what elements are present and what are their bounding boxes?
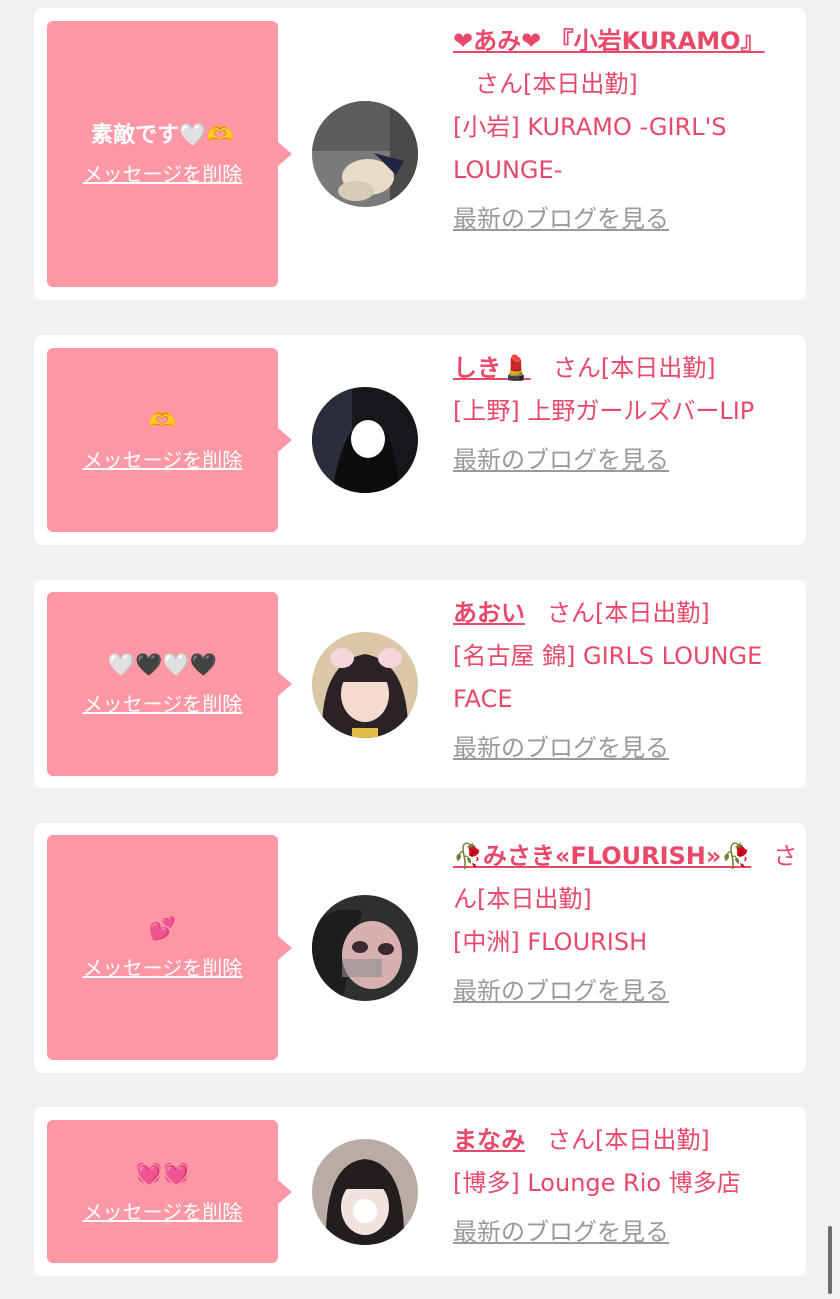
delete-message-link[interactable]: メッセージを削除 [83, 1199, 243, 1225]
attendance-status: [本日出勤] [595, 1126, 710, 1154]
cast-info: しき💄 さん[本日出勤] [上野] 上野ガールズバーLIP 最新のブログを見る [453, 347, 798, 482]
message-bubble: 💓💓 メッセージを削除 [47, 1120, 292, 1263]
message-card: 🫶 メッセージを削除 しき💄 さん[本日出勤] [上野] 上野ガールズバーLIP … [34, 335, 806, 545]
cast-name-link[interactable]: しき💄 [453, 354, 531, 382]
avatar[interactable] [312, 1139, 418, 1245]
message-bubble: 🤍🖤🤍🖤 メッセージを削除 [47, 592, 292, 776]
message-card: 💕 メッセージを削除 🥀みさき«FLOURISH»🥀 さん[本日出勤] [中洲] … [34, 823, 806, 1073]
cast-info: まなみ さん[本日出勤] [博多] Lounge Rio 博多店 最新のブログを見… [453, 1119, 798, 1254]
cast-info: ❤あみ❤ 『小岩KURAMO』さん[本日出勤] [小岩] KURAMO -GIR… [453, 20, 798, 241]
latest-blog-link[interactable]: 最新のブログを見る [453, 727, 669, 770]
delete-message-link[interactable]: メッセージを削除 [83, 955, 243, 981]
message-text: 素敵です🤍🫶 [91, 123, 234, 148]
cast-name-link[interactable]: あおい [453, 599, 525, 627]
message-text: 🫶 [148, 409, 177, 434]
attendance-status: [本日出勤] [600, 354, 716, 382]
cast-name-link[interactable]: まなみ [453, 1126, 525, 1154]
latest-blog-link[interactable]: 最新のブログを見る [453, 970, 669, 1013]
delete-message-link[interactable]: メッセージを削除 [83, 447, 243, 473]
san-suffix: さん [475, 70, 523, 98]
latest-blog-link[interactable]: 最新のブログを見る [453, 1211, 669, 1254]
message-card: 💓💓 メッセージを削除 まなみ さん[本日出勤] [博多] Lounge Rio … [34, 1107, 806, 1276]
shop-name: [中洲] FLOURISH [453, 928, 648, 956]
message-card: 🤍🖤🤍🖤 メッセージを削除 あおい さん[本日出勤] [名古屋 錦] GIRLS … [34, 580, 806, 788]
message-bubble: 🫶 メッセージを削除 [47, 348, 292, 532]
avatar[interactable] [312, 101, 418, 207]
delete-message-link[interactable]: メッセージを削除 [83, 691, 243, 717]
latest-blog-link[interactable]: 最新のブログを見る [453, 439, 669, 482]
cast-name-link[interactable]: ❤あみ❤ 『小岩KURAMO』 [453, 27, 765, 55]
shop-name: [小岩] KURAMO -GIRL'S LOUNGE- [453, 113, 727, 184]
san-suffix: さん [547, 599, 595, 627]
message-card: 素敵です🤍🫶 メッセージを削除 ❤あみ❤ 『小岩KURAMO』さん[本日出勤] … [34, 8, 806, 300]
message-bubble: 💕 メッセージを削除 [47, 835, 292, 1060]
shop-name: [名古屋 錦] GIRLS LOUNGE FACE [453, 642, 763, 713]
avatar[interactable] [312, 387, 418, 493]
attendance-status: [本日出勤] [477, 885, 592, 913]
cast-info: あおい さん[本日出勤] [名古屋 錦] GIRLS LOUNGE FACE 最新… [453, 592, 798, 770]
message-text: 💓💓 [135, 1160, 190, 1186]
message-text: 🤍🖤🤍🖤 [107, 653, 218, 678]
shop-name: [博多] Lounge Rio 博多店 [453, 1169, 741, 1197]
avatar[interactable] [312, 632, 418, 738]
latest-blog-link[interactable]: 最新のブログを見る [453, 198, 669, 241]
attendance-status: [本日出勤] [523, 70, 638, 98]
shop-name: [上野] 上野ガールズバーLIP [453, 397, 755, 425]
avatar[interactable] [312, 895, 418, 1001]
cast-info: 🥀みさき«FLOURISH»🥀 さん[本日出勤] [中洲] FLOURISH 最新… [453, 835, 798, 1013]
scrollbar[interactable] [828, 1226, 832, 1294]
san-suffix: さん [547, 1126, 595, 1154]
attendance-status: [本日出勤] [595, 599, 710, 627]
delete-message-link[interactable]: メッセージを削除 [83, 161, 243, 187]
message-text: 💕 [148, 916, 177, 942]
message-bubble: 素敵です🤍🫶 メッセージを削除 [47, 21, 292, 287]
cast-name-link[interactable]: 🥀みさき«FLOURISH»🥀 [453, 842, 751, 870]
san-suffix: さん [552, 354, 601, 382]
